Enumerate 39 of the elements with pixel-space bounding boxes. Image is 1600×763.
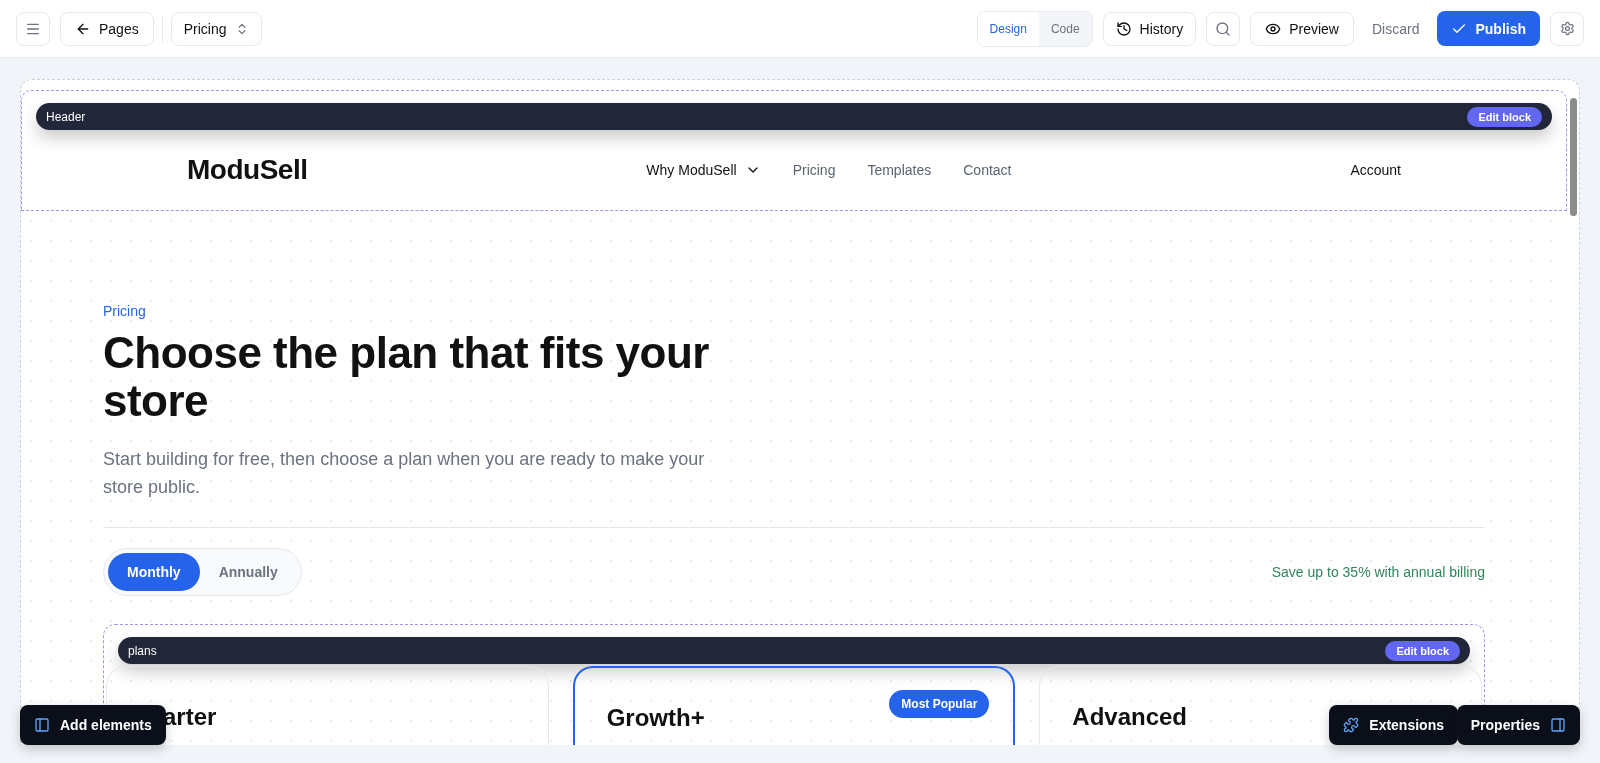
properties-button[interactable]: Properties: [1456, 705, 1580, 745]
billing-option[interactable]: Monthly: [108, 553, 200, 591]
settings-icon: [1559, 21, 1575, 36]
nav-link[interactable]: Templates: [867, 162, 932, 178]
eyebrow-text: Pricing: [103, 303, 147, 319]
plan-title: Advanced: [1072, 703, 1188, 731]
mode-tab[interactable]: Code: [1038, 11, 1092, 46]
plan-title: arter: [163, 703, 217, 731]
history-button[interactable]: History: [1102, 11, 1197, 46]
add-elements-button[interactable]: Add elements: [20, 705, 166, 745]
page-subtitle: Start building for free, then choose a plan when you are ready to make your store public.: [103, 448, 706, 499]
page-select[interactable]: Pricing: [170, 11, 262, 46]
publish-button[interactable]: Publish: [1437, 11, 1540, 46]
nav-link[interactable]: Why ModuSell: [646, 162, 761, 178]
preview-button[interactable]: Preview: [1250, 11, 1354, 46]
billing-option[interactable]: Annually: [199, 553, 297, 591]
savings-note: Save up to 35% with annual billing: [1271, 564, 1485, 580]
nav-link[interactable]: Pricing: [792, 162, 836, 178]
block-label: plans: [128, 643, 157, 658]
settings-button[interactable]: [1550, 11, 1584, 46]
search-button[interactable]: [1206, 11, 1241, 46]
discard-button[interactable]: Discard: [1363, 20, 1428, 37]
panel-icon: [1550, 717, 1566, 733]
site-logo: ModuSell: [187, 154, 308, 186]
menu-button[interactable]: [16, 11, 50, 46]
popular-badge: Most Popular: [889, 690, 990, 718]
edit-block-button[interactable]: Edit block: [1385, 640, 1460, 661]
search-icon: [1215, 20, 1232, 37]
plan-title: Growth+: [606, 704, 705, 732]
back-button[interactable]: Pages: [60, 11, 154, 46]
history-icon: [1115, 20, 1132, 37]
puzzle-icon: [1343, 717, 1360, 733]
edit-block-button[interactable]: Edit block: [1467, 106, 1542, 127]
panel-icon: [34, 717, 50, 733]
block-label: Header: [46, 109, 86, 124]
account-link[interactable]: Account: [1350, 162, 1401, 178]
extensions-button[interactable]: Extensions: [1329, 705, 1458, 745]
nav-link[interactable]: Contact: [963, 162, 1012, 178]
page-heading: Choose the plan that fits your store: [103, 329, 710, 425]
